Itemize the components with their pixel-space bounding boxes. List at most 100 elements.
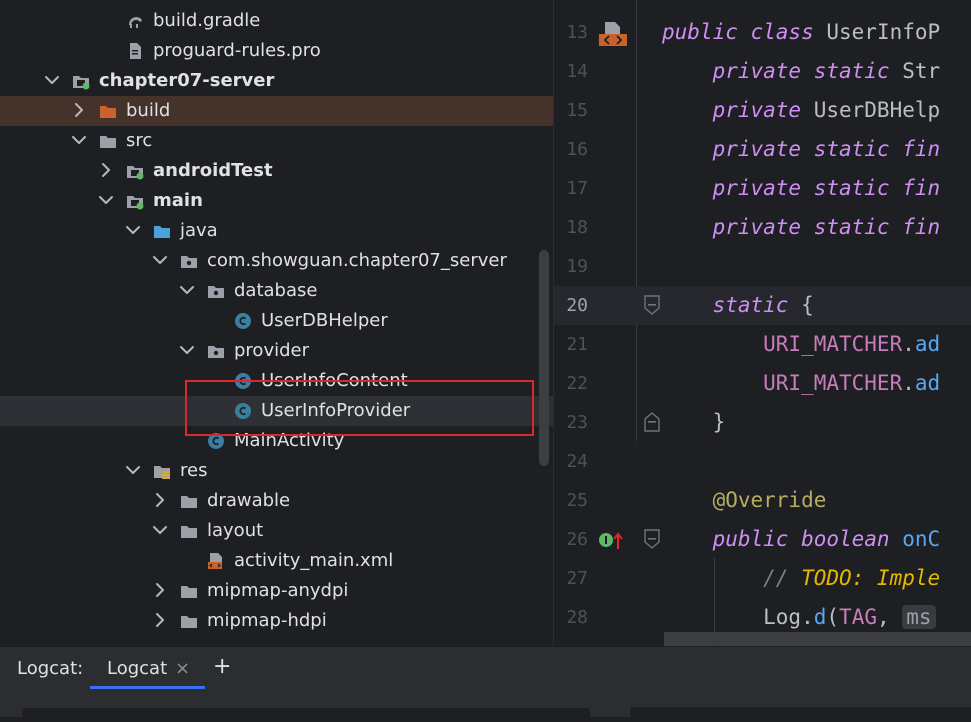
code-text: Log.d(TAG, ms [662,598,936,637]
folder-icon [180,582,198,600]
code-text: // TODO: Imple [662,559,940,598]
code-token: private static fin [662,137,941,161]
line-number: 14 [566,61,588,82]
resources-folder-icon [153,462,171,480]
tree-item-com-showguan-chapter07-server[interactable]: com.showguan.chapter07_server [0,246,553,276]
chevron-right-icon[interactable] [151,581,169,599]
fold-toggle-icon[interactable] [644,529,660,549]
line-number: 20 [566,295,588,316]
highlight-annotation-box [185,380,534,436]
tab-logcat-label: Logcat [107,658,168,679]
package-icon [207,342,225,360]
project-tree-scrollbar[interactable] [539,250,549,466]
override-marker-icon[interactable] [598,529,624,551]
tree-item-drawable[interactable]: drawable [0,486,553,516]
code-token: . [801,605,814,629]
code-line[interactable]: 28 Log.d(TAG, ms [554,598,971,637]
line-number: 16 [566,139,588,160]
chevron-right-icon[interactable] [151,611,169,629]
tree-item-userdbhelper[interactable]: UserDBHelper [0,306,553,336]
line-number: 23 [566,412,588,433]
tree-item-androidtest[interactable]: androidTest [0,156,553,186]
logcat-filter-input[interactable] [630,707,971,721]
chevron-down-icon[interactable] [151,251,169,269]
layout-xml-icon [207,552,225,570]
folder-icon [180,492,198,510]
code-editor[interactable]: 13 public class UserInfoP 14 private stati… [554,0,971,646]
tree-item-java[interactable]: java [0,216,553,246]
code-line[interactable]: 22 URI_MATCHER.ad [554,364,971,403]
chevron-down-icon[interactable] [151,521,169,539]
code-token: TAG [839,605,877,629]
chevron-down-icon[interactable] [43,71,61,89]
tree-item-provider[interactable]: provider [0,336,553,366]
tree-item-res[interactable]: res [0,456,553,486]
tree-item-src[interactable]: src [0,126,553,156]
tree-item-mipmap-anydpi[interactable]: mipmap-anydpi [0,576,553,606]
device-selector[interactable] [22,708,590,722]
code-token: . [902,332,915,356]
chevron-right-icon[interactable] [151,491,169,509]
code-line[interactable]: 25 @Override [554,481,971,520]
line-number: 24 [566,451,588,472]
close-icon[interactable]: × [175,658,190,679]
code-line[interactable]: 15 private UserDBHelp [554,91,971,130]
code-line[interactable]: 16 private static fin [554,130,971,169]
chevron-right-icon[interactable] [70,101,88,119]
fold-toggle-icon[interactable] [644,295,660,315]
chevron-down-icon[interactable] [124,221,142,239]
tree-item-build-gradle[interactable]: build.gradle [0,6,553,36]
tree-item-proguard-rules-pro[interactable]: proguard-rules.pro [0,36,553,66]
line-number: 22 [566,373,588,394]
tree-item-mipmap-hdpi[interactable]: mipmap-hdpi [0,606,553,636]
tree-item-build[interactable]: build [0,96,553,126]
logcat-panel: Logcat: Logcat × + [0,646,971,722]
line-number: 17 [566,178,588,199]
chevron-down-icon[interactable] [124,461,142,479]
line-number: 18 [566,217,588,238]
tab-logcat[interactable]: Logcat × [90,649,205,689]
source-set-folder-icon [126,192,144,210]
tree-item-label: res [180,460,208,481]
code-text: @Override [662,481,827,520]
add-tab-icon[interactable]: + [213,654,231,679]
line-number: 15 [566,100,588,121]
chevron-down-icon[interactable] [178,281,196,299]
tree-item-chapter07-server[interactable]: chapter07-server [0,66,553,96]
code-line[interactable]: 17 private static fin [554,169,971,208]
code-token: public class [662,20,827,44]
code-line[interactable]: 23 } [554,403,971,442]
code-token: URI_MATCHER [662,332,903,356]
tree-item-label: chapter07-server [99,70,275,91]
code-line[interactable]: 18 private static fin [554,208,971,247]
code-text: static { [662,286,814,325]
chevron-right-icon[interactable] [97,161,115,179]
tree-item-main[interactable]: main [0,186,553,216]
class-gutter-icon[interactable] [597,21,629,47]
code-text: private static fin [662,130,941,169]
code-line[interactable]: 20 static { [554,286,971,325]
tree-item-activity-main-xml[interactable]: activity_main.xml [0,546,553,576]
tree-item-database[interactable]: database [0,276,553,306]
tree-item-label: mipmap-anydpi [207,580,349,601]
code-line[interactable]: 26 public boolean onC [554,520,971,559]
code-token: ad [914,371,941,395]
code-line[interactable]: 24 [554,442,971,481]
gradle-icon [126,12,144,30]
line-number: 28 [566,607,588,628]
fold-toggle-icon[interactable] [644,412,660,432]
code-token: @Override [662,488,827,512]
code-line[interactable]: 13 public class UserInfoP [554,13,971,52]
code-line[interactable]: 19 [554,247,971,286]
chevron-down-icon[interactable] [70,131,88,149]
code-token: URI_MATCHER [662,371,903,395]
tree-item-layout[interactable]: layout [0,516,553,546]
code-token: ( [826,605,840,629]
code-line[interactable]: 21 URI_MATCHER.ad [554,325,971,364]
tree-item-label: provider [234,340,309,361]
code-line[interactable]: 14 private static Str [554,52,971,91]
code-line[interactable]: 27 // TODO: Imple [554,559,971,598]
chevron-down-icon[interactable] [178,341,196,359]
chevron-down-icon[interactable] [97,191,115,209]
code-token: public boolean [662,527,903,551]
